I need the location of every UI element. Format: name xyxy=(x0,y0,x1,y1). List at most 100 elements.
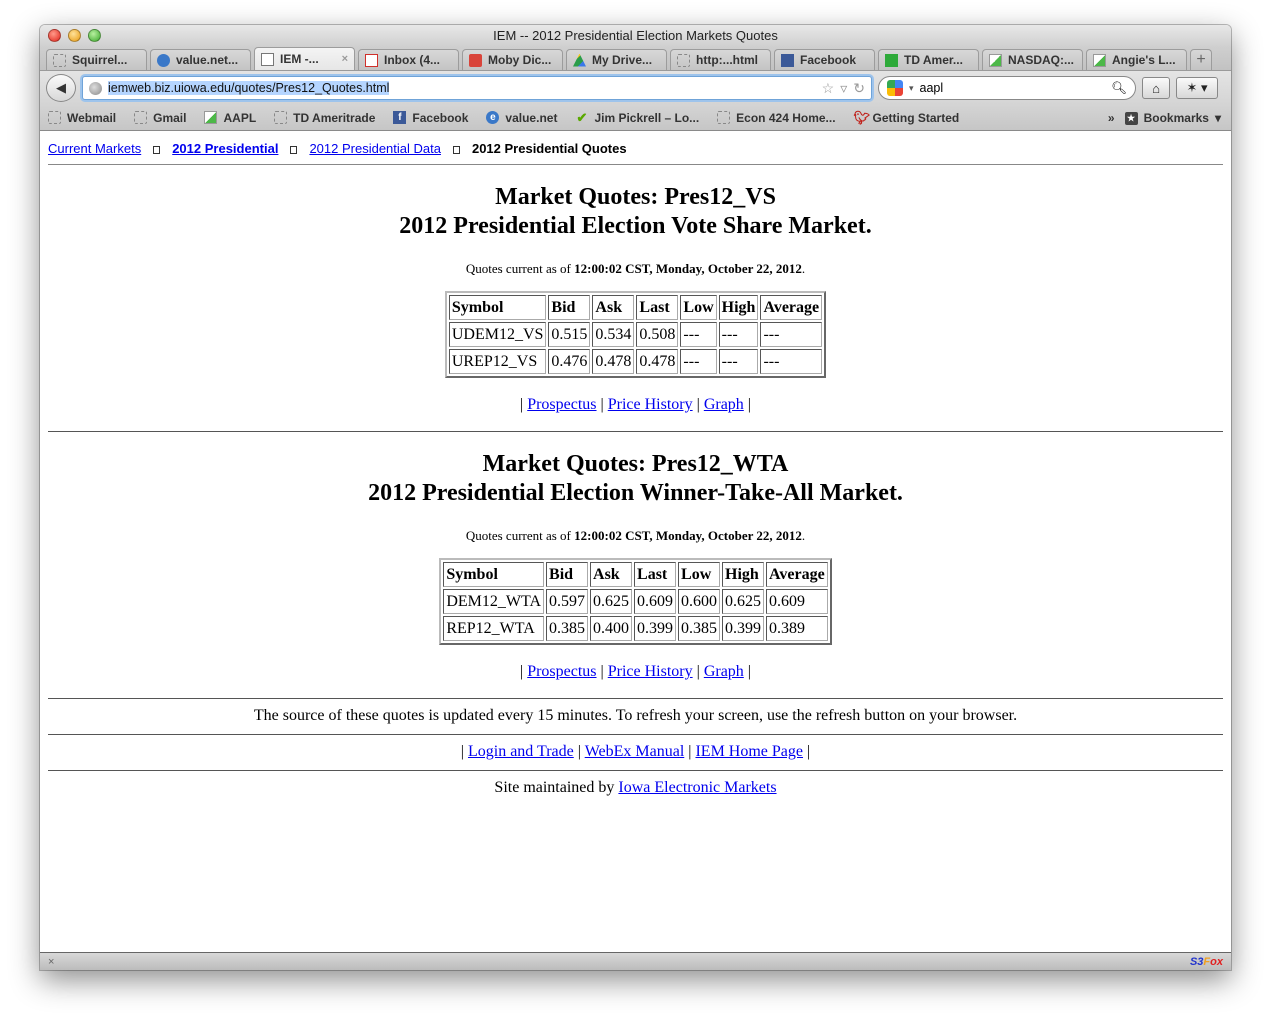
column-header: Bid xyxy=(546,562,589,587)
reload-icon[interactable]: ↻ xyxy=(853,80,865,97)
tab-label: Angie's L... xyxy=(1112,53,1176,67)
column-header: Average xyxy=(760,295,823,320)
bookmarks-menu[interactable]: ★ Bookmarks ▾ xyxy=(1124,111,1221,125)
table-cell: DEM12_WTA xyxy=(443,589,545,614)
bookmark-item[interactable]: TD Ameritrade xyxy=(274,111,375,125)
table-cell: REP12_WTA xyxy=(443,616,545,641)
tab-3[interactable]: Inbox (4... xyxy=(358,49,459,70)
graph-link[interactable]: Graph xyxy=(704,396,744,413)
window-title: IEM -- 2012 Presidential Election Market… xyxy=(493,28,778,43)
prospectus-link[interactable]: Prospectus xyxy=(527,396,596,413)
table-cell: --- xyxy=(680,349,717,374)
back-button[interactable]: ◀ xyxy=(46,74,76,102)
table-row: DEM12_WTA 0.597 0.625 0.609 0.600 0.625 0.609 xyxy=(443,589,828,614)
bookmark-label: AAPL xyxy=(223,110,257,125)
blank-favicon-icon xyxy=(717,111,731,124)
webex-manual-link[interactable]: WebEx Manual xyxy=(585,743,685,760)
table-cell: --- xyxy=(760,322,823,347)
market-section: Market Quotes: Pres12_VS 2012 Presidentia… xyxy=(48,165,1223,414)
breadcrumb-current-markets[interactable]: Current Markets xyxy=(48,141,141,156)
tab-8[interactable]: TD Amer... xyxy=(878,49,979,70)
addon-button[interactable]: ✶ ▾ xyxy=(1176,77,1218,99)
column-header: Last xyxy=(636,295,679,320)
column-header: Low xyxy=(678,562,721,587)
table-cell: 0.597 xyxy=(546,589,589,614)
prospectus-link[interactable]: Prospectus xyxy=(527,663,596,680)
table-cell: 0.625 xyxy=(590,589,633,614)
history-dropdown-icon[interactable]: ▿ xyxy=(840,80,847,97)
table-cell: 0.400 xyxy=(590,616,633,641)
tab-label: IEM -... xyxy=(280,52,319,66)
bookmark-item[interactable]: f Facebook xyxy=(393,111,468,125)
price-history-link[interactable]: Price History xyxy=(608,663,693,680)
graph-link[interactable]: Graph xyxy=(704,663,744,680)
tab-label: Moby Dic... xyxy=(488,53,552,67)
bookmark-item[interactable]: Econ 424 Home... xyxy=(717,111,836,125)
close-tab-icon[interactable]: × xyxy=(342,53,348,65)
bookmark-label: Facebook xyxy=(412,110,469,125)
table-header-row: Symbol Bid Ask Last Low High Average xyxy=(448,295,823,320)
zoom-window-button[interactable] xyxy=(88,29,101,42)
table-header-row: Symbol Bid Ask Last Low High Average xyxy=(443,562,828,587)
close-addon-bar-icon[interactable]: × xyxy=(48,956,54,968)
bookmark-item[interactable]: Webmail xyxy=(48,111,116,125)
minimize-window-button[interactable] xyxy=(68,29,81,42)
url-input[interactable]: iemweb.biz.uiowa.edu/quotes/Pres12_Quote… xyxy=(108,81,816,95)
tab-0[interactable]: Squirrel... xyxy=(46,49,147,70)
bookmark-item[interactable]: e value.net xyxy=(486,111,557,125)
url-bar[interactable]: iemweb.biz.uiowa.edu/quotes/Pres12_Quote… xyxy=(82,76,872,100)
breadcrumb-presidential-data[interactable]: 2012 Presidential Data xyxy=(309,141,441,156)
chart-favicon-icon xyxy=(1093,53,1106,67)
market-links: | Prospectus | Price History | Graph | xyxy=(520,396,751,413)
addon-icon: ✶ ▾ xyxy=(1186,80,1208,95)
home-icon: ⌂ xyxy=(1152,80,1160,96)
iem-home-page-link[interactable]: IEM Home Page xyxy=(695,743,803,760)
tab-label: Inbox (4... xyxy=(384,53,441,67)
bookmark-item[interactable]: 🐦︎ Getting Started xyxy=(854,111,960,125)
column-header: Average xyxy=(766,562,828,587)
tab-9[interactable]: NASDAQ:... xyxy=(982,49,1083,70)
tab-7[interactable]: Facebook xyxy=(774,49,875,70)
google-icon[interactable] xyxy=(887,80,903,96)
ie-favicon-icon xyxy=(157,53,170,67)
table-cell: 0.385 xyxy=(546,616,589,641)
price-history-link[interactable]: Price History xyxy=(608,396,693,413)
bookmark-item[interactable]: AAPL xyxy=(204,111,256,125)
breadcrumb-current: 2012 Presidential Quotes xyxy=(471,141,627,156)
tab-label: My Drive... xyxy=(592,53,653,67)
search-icon[interactable]: 🔍︎ xyxy=(1111,81,1127,96)
bookmark-item[interactable]: ✔ Jim Pickrell – Lo... xyxy=(575,111,700,125)
tab-2[interactable]: IEM -... × xyxy=(254,47,355,70)
table-cell: 0.385 xyxy=(678,616,721,641)
search-bar[interactable]: ▾ aapl 🔍︎ xyxy=(878,76,1136,100)
table-row: REP12_WTA 0.385 0.400 0.399 0.385 0.399 0.389 xyxy=(443,616,828,641)
chart-favicon-icon xyxy=(989,53,1002,67)
bookmark-item[interactable]: Gmail xyxy=(134,111,186,125)
table-cell: UDEM12_VS xyxy=(448,322,547,347)
tab-5[interactable]: My Drive... xyxy=(566,49,667,70)
td-favicon-icon xyxy=(885,53,898,67)
close-window-button[interactable] xyxy=(48,29,61,42)
bookmark-star-icon[interactable]: ☆ xyxy=(822,80,835,97)
search-input[interactable]: aapl xyxy=(920,81,1106,95)
bird-favicon-icon: 🐦︎ xyxy=(853,110,871,125)
s3fox-icon[interactable]: S3Fox xyxy=(1190,956,1223,968)
page-content: Current Markets 2012 Presidential 2012 Pre… xyxy=(40,131,1231,952)
search-engine-dropdown-icon[interactable]: ▾ xyxy=(909,83,914,94)
market-section: Market Quotes: Pres12_WTA 2012 Presidenti… xyxy=(48,432,1223,681)
tab-4[interactable]: Moby Dic... xyxy=(462,49,563,70)
tab-1[interactable]: value.net... xyxy=(150,49,251,70)
table-cell: 0.534 xyxy=(592,322,635,347)
breadcrumb-2012-presidential[interactable]: 2012 Presidential xyxy=(172,141,278,156)
column-header: Last xyxy=(634,562,677,587)
column-header: Symbol xyxy=(443,562,545,587)
bookmark-label: Webmail xyxy=(67,110,117,125)
login-and-trade-link[interactable]: Login and Trade xyxy=(468,743,574,760)
chart-favicon-icon xyxy=(204,111,218,124)
overflow-chevron-icon[interactable]: » xyxy=(1108,111,1115,125)
tab-6[interactable]: http:...html xyxy=(670,49,771,70)
new-tab-button[interactable]: + xyxy=(1190,49,1212,70)
iowa-electronic-markets-link[interactable]: Iowa Electronic Markets xyxy=(618,779,776,796)
tab-10[interactable]: Angie's L... xyxy=(1086,49,1187,70)
home-button[interactable]: ⌂ xyxy=(1142,77,1170,99)
